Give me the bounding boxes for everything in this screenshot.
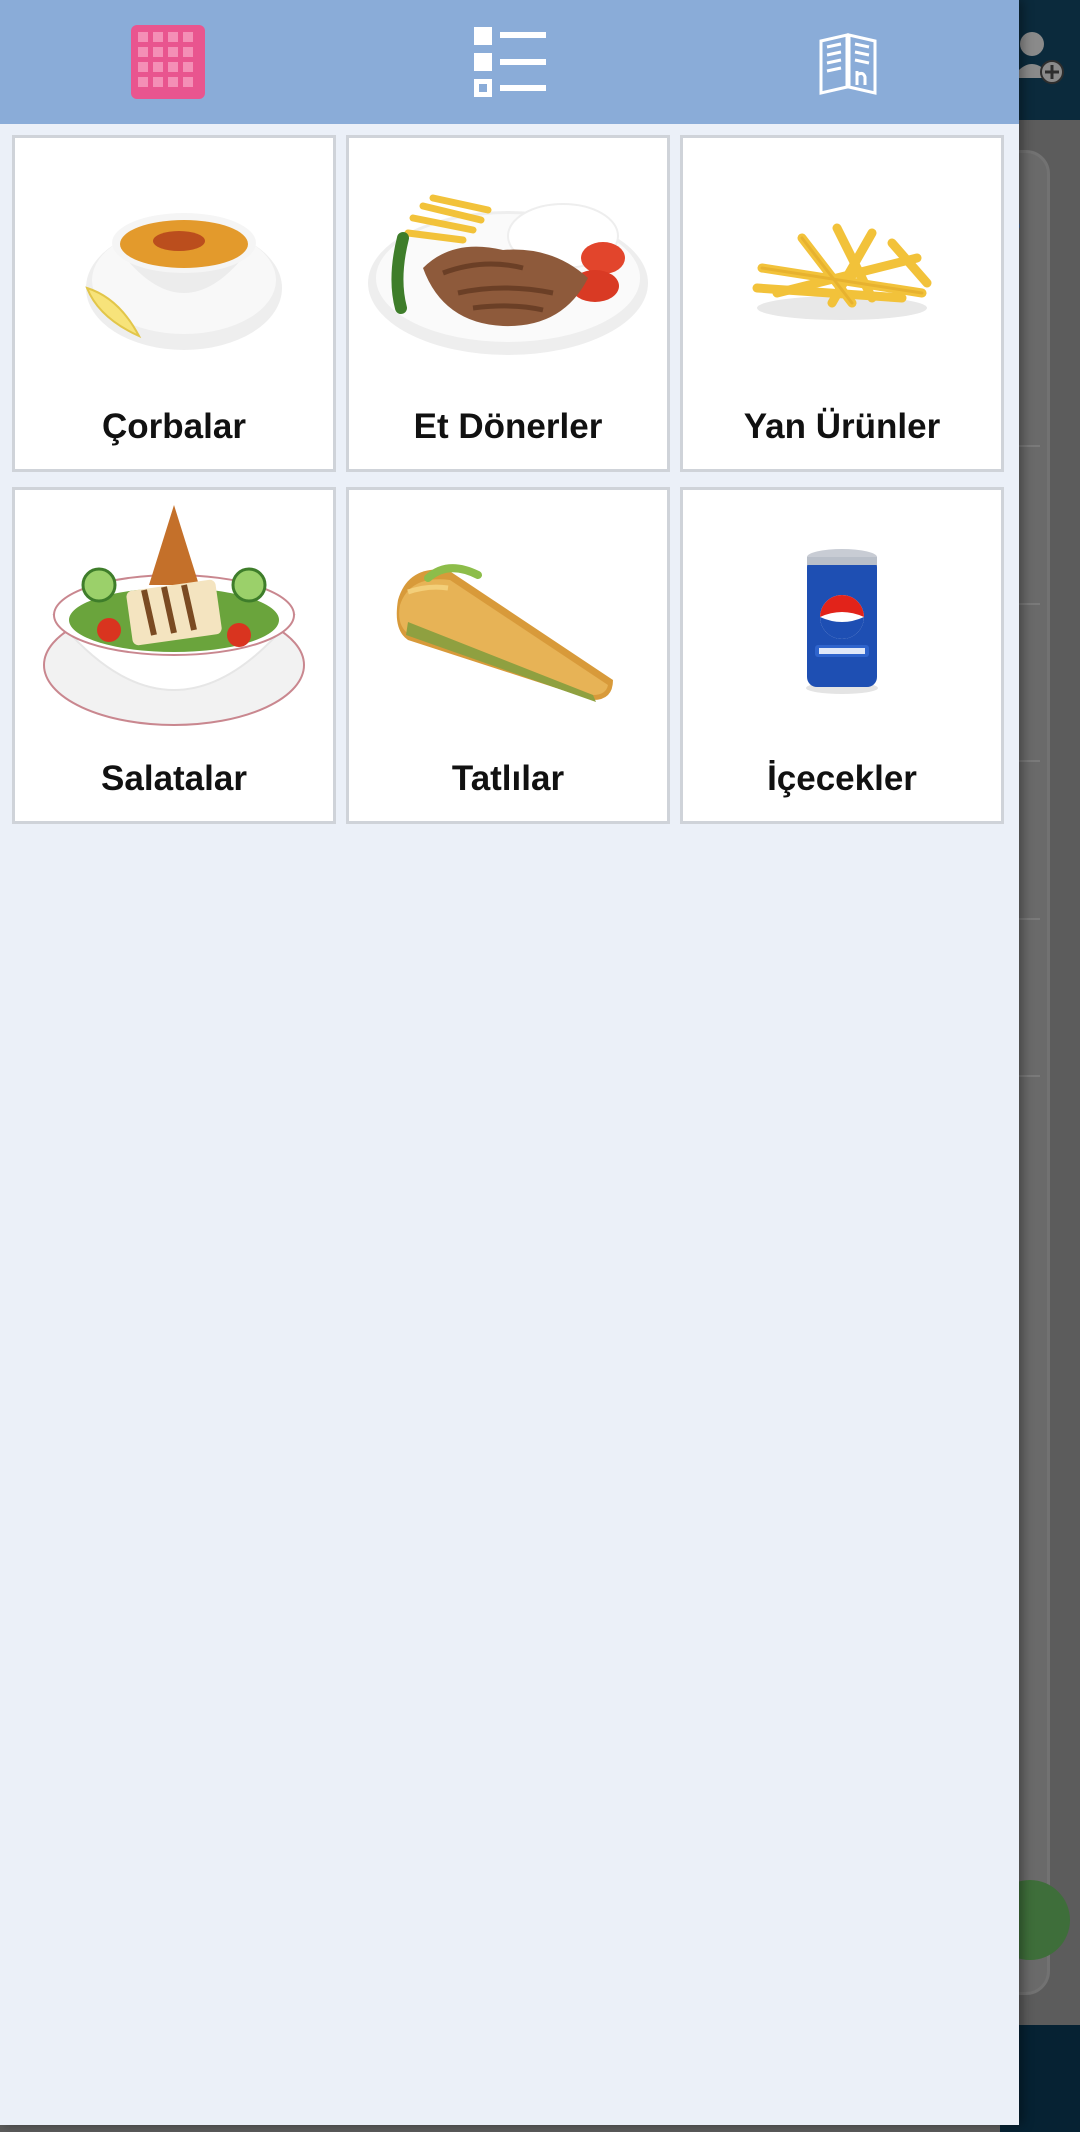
list-view-button[interactable] xyxy=(460,18,560,106)
category-label: İçecekler xyxy=(767,759,917,798)
category-label: Çorbalar xyxy=(102,407,246,446)
view-toolbar xyxy=(0,0,1019,124)
french-fries-image xyxy=(683,138,1001,398)
pepsi-can-image xyxy=(683,490,1001,750)
doner-plate-image xyxy=(349,138,667,398)
grid-icon xyxy=(131,25,205,99)
category-card-corbalar[interactable]: Çorbalar xyxy=(12,135,336,472)
category-label: Et Dönerler xyxy=(413,407,603,446)
menu-book-icon xyxy=(819,33,877,95)
list-icon xyxy=(474,27,546,97)
category-card-yan-urunler[interactable]: Yan Ürünler xyxy=(680,135,1004,472)
category-drawer: Çorbalar Et Dönerler Yan Ürünler Salatal… xyxy=(0,0,1019,2125)
lentil-soup-image xyxy=(15,138,333,398)
category-label: Tatlılar xyxy=(451,759,565,798)
baklava-image xyxy=(349,490,667,750)
category-label: Yan Ürünler xyxy=(743,407,941,446)
category-card-tatlilar[interactable]: Tatlılar xyxy=(346,487,670,824)
category-card-salatalar[interactable]: Salatalar xyxy=(12,487,336,824)
menu-book-view-button[interactable] xyxy=(798,18,898,106)
category-card-icecekler[interactable]: İçecekler xyxy=(680,487,1004,824)
category-grid: Çorbalar Et Dönerler Yan Ürünler Salatal… xyxy=(12,135,1007,824)
salad-bowl-image xyxy=(15,490,333,750)
grid-view-button[interactable] xyxy=(118,18,218,106)
category-card-et-donerler[interactable]: Et Dönerler xyxy=(346,135,670,472)
category-label: Salatalar xyxy=(101,759,247,798)
screen: Çorbalar Et Dönerler Yan Ürünler Salatal… xyxy=(0,0,1080,2132)
